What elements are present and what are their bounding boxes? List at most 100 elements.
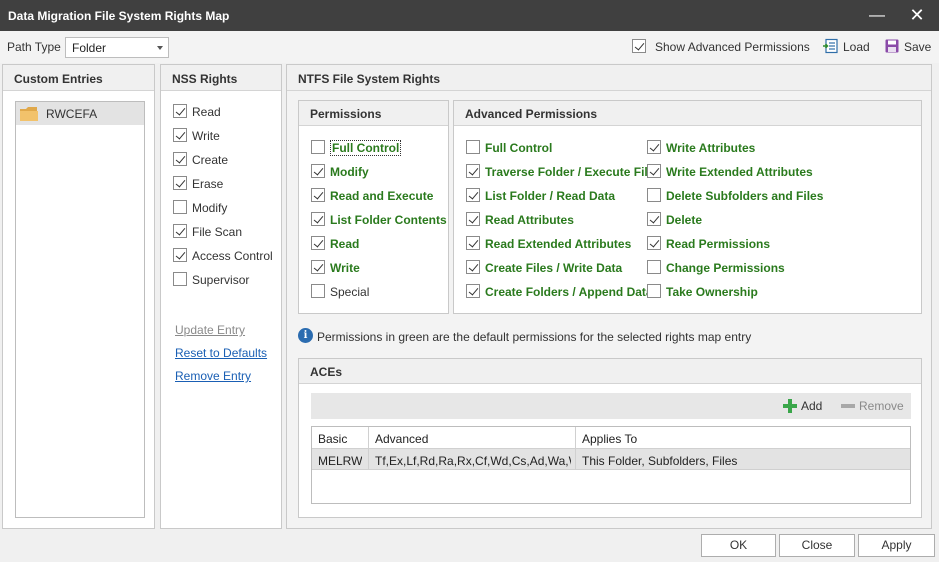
path-type-value: Folder <box>72 41 107 55</box>
permission-label: Traverse Folder / Execute File <box>485 165 655 179</box>
load-label: Load <box>843 40 870 54</box>
footer: OK Close Apply <box>0 531 939 562</box>
path-type-select[interactable]: Folder <box>65 37 169 58</box>
permission-label: Delete Subfolders and Files <box>666 189 824 203</box>
checkbox[interactable] <box>647 164 661 178</box>
custom-entries-list[interactable]: RWCEFA <box>15 101 145 518</box>
list-item[interactable]: RWCEFA <box>16 102 144 125</box>
checkbox[interactable] <box>647 284 661 298</box>
permission-label: Full Control <box>485 141 553 155</box>
column-label: Advanced <box>375 432 429 446</box>
nss-right-label: Erase <box>192 177 224 191</box>
checkbox[interactable] <box>311 236 325 250</box>
table-row[interactable]: MELRW Tf,Ex,Lf,Rd,Ra,Rx,Cf,Wd,Cs,Ad,Wa,W… <box>312 449 910 470</box>
checkbox[interactable] <box>647 188 661 202</box>
advanced-permissions-header: Advanced Permissions <box>454 101 921 126</box>
column-label: Applies To <box>582 432 638 446</box>
permission-label: Create Folders / Append Data <box>485 285 653 299</box>
aces-group: ACEs Add Remove Basic Advanced Applies T… <box>298 358 922 518</box>
checkbox[interactable] <box>647 236 661 250</box>
ntfs-rights-title: NTFS File System Rights <box>298 72 441 86</box>
close-window-button[interactable]: ✕ <box>900 0 934 31</box>
ntfs-rights-header: NTFS File System Rights <box>287 65 931 91</box>
checkbox[interactable] <box>311 284 325 298</box>
checkbox[interactable] <box>647 140 661 154</box>
toolbar: Path Type Folder Show Advanced Permissio… <box>0 31 939 63</box>
checkbox[interactable] <box>647 260 661 274</box>
checkbox[interactable] <box>173 128 187 142</box>
checkbox[interactable] <box>311 140 325 154</box>
permission-label: Read Permissions <box>666 237 771 251</box>
remove-entry-link[interactable]: Remove Entry <box>175 369 251 383</box>
permission-label: Read <box>330 237 360 251</box>
checkbox[interactable] <box>466 188 480 202</box>
aces-grid: Basic Advanced Applies To MELRW Tf,Ex,Lf… <box>311 426 911 504</box>
column-label: Basic <box>318 432 348 446</box>
ok-button[interactable]: OK <box>701 534 776 557</box>
close-button[interactable]: Close <box>779 534 855 557</box>
permissions-group: Permissions Full Control Modify Read and… <box>298 100 449 314</box>
column-header-applies-to[interactable]: Applies To <box>576 427 910 448</box>
nss-right-label: Read <box>192 105 221 119</box>
permission-label: List Folder Contents <box>330 213 447 227</box>
custom-entries-header: Custom Entries <box>3 65 154 91</box>
cell-basic: MELRW <box>312 449 369 469</box>
load-icon <box>823 38 838 54</box>
minus-icon <box>841 404 855 408</box>
minimize-button[interactable]: — <box>860 0 894 31</box>
checkbox[interactable] <box>466 164 480 178</box>
checkbox[interactable] <box>466 236 480 250</box>
show-advanced-label: Show Advanced Permissions <box>655 40 810 54</box>
permission-label: Read Attributes <box>485 213 574 227</box>
checkbox[interactable] <box>173 200 187 214</box>
checkbox[interactable] <box>173 104 187 118</box>
cell-applies-to: This Folder, Subfolders, Files <box>576 449 910 469</box>
nss-right-label: Create <box>192 153 229 167</box>
permission-label: Full Control <box>330 140 402 156</box>
nss-rights-header: NSS Rights <box>161 65 281 91</box>
checkbox[interactable] <box>466 140 480 154</box>
custom-entry-label: RWCEFA <box>46 107 98 121</box>
checkbox[interactable] <box>647 212 661 226</box>
nss-right-label: Modify <box>192 201 228 215</box>
save-icon <box>885 39 899 53</box>
nss-rights-title: NSS Rights <box>172 72 238 86</box>
remove-ace-label: Remove <box>859 399 904 413</box>
permission-label: List Folder / Read Data <box>485 189 616 203</box>
custom-entries-title: Custom Entries <box>14 72 103 86</box>
checkbox[interactable] <box>466 284 480 298</box>
update-entry-link[interactable]: Update Entry <box>175 323 245 337</box>
checkbox[interactable] <box>173 176 187 190</box>
title-bar: Data Migration File System Rights Map — … <box>0 0 939 31</box>
checkbox[interactable] <box>311 188 325 202</box>
folder-icon <box>20 107 38 121</box>
nss-right-label: Supervisor <box>192 273 250 287</box>
checkbox[interactable] <box>311 212 325 226</box>
checkbox[interactable] <box>173 272 187 286</box>
apply-button[interactable]: Apply <box>858 534 935 557</box>
reset-to-defaults-link[interactable]: Reset to Defaults <box>175 346 267 360</box>
checkbox[interactable] <box>311 164 325 178</box>
nss-right-label: Access Control <box>192 249 273 263</box>
window-title: Data Migration File System Rights Map <box>8 9 230 23</box>
checkbox[interactable] <box>466 212 480 226</box>
custom-entries-panel: Custom Entries RWCEFA <box>2 64 155 529</box>
cell-text: This Folder, Subfolders, Files <box>582 454 738 468</box>
column-header-advanced[interactable]: Advanced <box>369 427 576 448</box>
permission-label: Read Extended Attributes <box>485 237 632 251</box>
column-header-basic[interactable]: Basic <box>312 427 369 448</box>
permission-label: Take Ownership <box>666 285 758 299</box>
checkbox[interactable] <box>173 152 187 166</box>
aces-title: ACEs <box>310 365 343 379</box>
checkbox[interactable] <box>173 248 187 262</box>
checkbox[interactable] <box>173 224 187 238</box>
permission-label: Write Attributes <box>666 141 756 155</box>
plus-icon <box>783 399 797 413</box>
permission-label: Modify <box>330 165 369 179</box>
advanced-permissions-title: Advanced Permissions <box>465 107 598 121</box>
cell-advanced: Tf,Ex,Lf,Rd,Ra,Rx,Cf,Wd,Cs,Ad,Wa,W... <box>369 449 576 469</box>
show-advanced-checkbox[interactable] <box>632 39 646 53</box>
chevron-down-icon <box>157 46 163 50</box>
checkbox[interactable] <box>466 260 480 274</box>
checkbox[interactable] <box>311 260 325 274</box>
